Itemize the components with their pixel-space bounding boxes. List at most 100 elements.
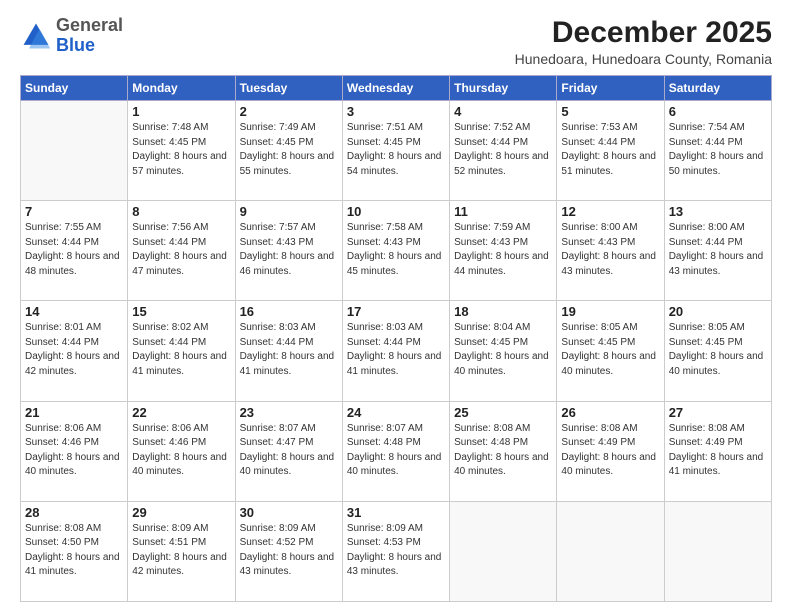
day-info: Sunrise: 8:03 AM Sunset: 4:44 PM Dayligh… [347, 321, 445, 379]
calendar-cell: 19 Sunrise: 8:05 AM Sunset: 4:45 PM Dayl… [557, 301, 664, 401]
day-number: 28 [25, 505, 123, 520]
day-number: 26 [561, 405, 659, 420]
day-info: Sunrise: 8:08 AM Sunset: 4:49 PM Dayligh… [561, 422, 659, 480]
calendar-week-2: 7 Sunrise: 7:55 AM Sunset: 4:44 PM Dayli… [21, 201, 772, 301]
day-info: Sunrise: 7:59 AM Sunset: 4:43 PM Dayligh… [454, 221, 552, 279]
day-number: 4 [454, 104, 552, 119]
calendar-cell [21, 101, 128, 201]
calendar-cell: 15 Sunrise: 8:02 AM Sunset: 4:44 PM Dayl… [128, 301, 235, 401]
day-info: Sunrise: 7:55 AM Sunset: 4:44 PM Dayligh… [25, 221, 123, 279]
calendar-cell: 5 Sunrise: 7:53 AM Sunset: 4:44 PM Dayli… [557, 101, 664, 201]
day-number: 30 [240, 505, 338, 520]
title-main: December 2025 [515, 16, 772, 49]
calendar-cell: 28 Sunrise: 8:08 AM Sunset: 4:50 PM Dayl… [21, 501, 128, 601]
day-number: 16 [240, 304, 338, 319]
page: General Blue December 2025 Hunedoara, Hu… [0, 0, 792, 612]
day-number: 10 [347, 204, 445, 219]
day-number: 20 [669, 304, 767, 319]
day-info: Sunrise: 7:52 AM Sunset: 4:44 PM Dayligh… [454, 121, 552, 179]
day-info: Sunrise: 8:04 AM Sunset: 4:45 PM Dayligh… [454, 321, 552, 379]
day-info: Sunrise: 8:00 AM Sunset: 4:44 PM Dayligh… [669, 221, 767, 279]
logo-icon [20, 20, 52, 52]
day-info: Sunrise: 8:00 AM Sunset: 4:43 PM Dayligh… [561, 221, 659, 279]
calendar-body: 1 Sunrise: 7:48 AM Sunset: 4:45 PM Dayli… [21, 101, 772, 602]
day-info: Sunrise: 8:09 AM Sunset: 4:53 PM Dayligh… [347, 522, 445, 580]
calendar-cell [664, 501, 771, 601]
day-number: 25 [454, 405, 552, 420]
day-number: 12 [561, 204, 659, 219]
day-info: Sunrise: 7:58 AM Sunset: 4:43 PM Dayligh… [347, 221, 445, 279]
calendar-cell: 14 Sunrise: 8:01 AM Sunset: 4:44 PM Dayl… [21, 301, 128, 401]
day-number: 9 [240, 204, 338, 219]
day-info: Sunrise: 8:02 AM Sunset: 4:44 PM Dayligh… [132, 321, 230, 379]
day-number: 13 [669, 204, 767, 219]
day-number: 29 [132, 505, 230, 520]
col-thursday: Thursday [450, 76, 557, 101]
col-wednesday: Wednesday [342, 76, 449, 101]
day-number: 17 [347, 304, 445, 319]
day-info: Sunrise: 8:06 AM Sunset: 4:46 PM Dayligh… [132, 422, 230, 480]
calendar-cell: 9 Sunrise: 7:57 AM Sunset: 4:43 PM Dayli… [235, 201, 342, 301]
calendar-header-row: Sunday Monday Tuesday Wednesday Thursday… [21, 76, 772, 101]
calendar-cell: 7 Sunrise: 7:55 AM Sunset: 4:44 PM Dayli… [21, 201, 128, 301]
calendar-cell: 30 Sunrise: 8:09 AM Sunset: 4:52 PM Dayl… [235, 501, 342, 601]
calendar-cell: 29 Sunrise: 8:09 AM Sunset: 4:51 PM Dayl… [128, 501, 235, 601]
day-number: 7 [25, 204, 123, 219]
day-info: Sunrise: 8:05 AM Sunset: 4:45 PM Dayligh… [669, 321, 767, 379]
calendar-cell: 12 Sunrise: 8:00 AM Sunset: 4:43 PM Dayl… [557, 201, 664, 301]
day-info: Sunrise: 8:06 AM Sunset: 4:46 PM Dayligh… [25, 422, 123, 480]
day-number: 14 [25, 304, 123, 319]
title-block: December 2025 Hunedoara, Hunedoara Count… [515, 16, 772, 67]
day-number: 15 [132, 304, 230, 319]
calendar-week-5: 28 Sunrise: 8:08 AM Sunset: 4:50 PM Dayl… [21, 501, 772, 601]
day-number: 31 [347, 505, 445, 520]
day-number: 27 [669, 405, 767, 420]
calendar-cell: 8 Sunrise: 7:56 AM Sunset: 4:44 PM Dayli… [128, 201, 235, 301]
calendar-cell: 24 Sunrise: 8:07 AM Sunset: 4:48 PM Dayl… [342, 401, 449, 501]
calendar-cell: 1 Sunrise: 7:48 AM Sunset: 4:45 PM Dayli… [128, 101, 235, 201]
day-info: Sunrise: 7:56 AM Sunset: 4:44 PM Dayligh… [132, 221, 230, 279]
day-info: Sunrise: 7:53 AM Sunset: 4:44 PM Dayligh… [561, 121, 659, 179]
header-row: General Blue December 2025 Hunedoara, Hu… [20, 16, 772, 67]
logo-general: General [56, 15, 123, 35]
day-number: 3 [347, 104, 445, 119]
calendar-week-1: 1 Sunrise: 7:48 AM Sunset: 4:45 PM Dayli… [21, 101, 772, 201]
day-info: Sunrise: 8:08 AM Sunset: 4:49 PM Dayligh… [669, 422, 767, 480]
calendar-cell: 10 Sunrise: 7:58 AM Sunset: 4:43 PM Dayl… [342, 201, 449, 301]
day-number: 6 [669, 104, 767, 119]
calendar-cell: 16 Sunrise: 8:03 AM Sunset: 4:44 PM Dayl… [235, 301, 342, 401]
col-sunday: Sunday [21, 76, 128, 101]
calendar-cell: 6 Sunrise: 7:54 AM Sunset: 4:44 PM Dayli… [664, 101, 771, 201]
day-info: Sunrise: 8:07 AM Sunset: 4:47 PM Dayligh… [240, 422, 338, 480]
col-monday: Monday [128, 76, 235, 101]
day-number: 11 [454, 204, 552, 219]
day-number: 1 [132, 104, 230, 119]
day-info: Sunrise: 8:03 AM Sunset: 4:44 PM Dayligh… [240, 321, 338, 379]
col-friday: Friday [557, 76, 664, 101]
calendar-cell: 3 Sunrise: 7:51 AM Sunset: 4:45 PM Dayli… [342, 101, 449, 201]
day-number: 8 [132, 204, 230, 219]
day-info: Sunrise: 8:09 AM Sunset: 4:52 PM Dayligh… [240, 522, 338, 580]
calendar-cell: 2 Sunrise: 7:49 AM Sunset: 4:45 PM Dayli… [235, 101, 342, 201]
calendar-cell [450, 501, 557, 601]
day-number: 19 [561, 304, 659, 319]
day-info: Sunrise: 8:09 AM Sunset: 4:51 PM Dayligh… [132, 522, 230, 580]
calendar-week-3: 14 Sunrise: 8:01 AM Sunset: 4:44 PM Dayl… [21, 301, 772, 401]
logo: General Blue [20, 16, 123, 56]
col-saturday: Saturday [664, 76, 771, 101]
calendar-cell: 26 Sunrise: 8:08 AM Sunset: 4:49 PM Dayl… [557, 401, 664, 501]
day-number: 24 [347, 405, 445, 420]
calendar-table: Sunday Monday Tuesday Wednesday Thursday… [20, 75, 772, 602]
day-number: 5 [561, 104, 659, 119]
day-info: Sunrise: 8:07 AM Sunset: 4:48 PM Dayligh… [347, 422, 445, 480]
day-number: 21 [25, 405, 123, 420]
day-number: 23 [240, 405, 338, 420]
day-info: Sunrise: 7:49 AM Sunset: 4:45 PM Dayligh… [240, 121, 338, 179]
calendar-week-4: 21 Sunrise: 8:06 AM Sunset: 4:46 PM Dayl… [21, 401, 772, 501]
calendar-cell: 4 Sunrise: 7:52 AM Sunset: 4:44 PM Dayli… [450, 101, 557, 201]
calendar-cell: 20 Sunrise: 8:05 AM Sunset: 4:45 PM Dayl… [664, 301, 771, 401]
day-info: Sunrise: 8:01 AM Sunset: 4:44 PM Dayligh… [25, 321, 123, 379]
calendar-cell [557, 501, 664, 601]
calendar-cell: 25 Sunrise: 8:08 AM Sunset: 4:48 PM Dayl… [450, 401, 557, 501]
calendar-cell: 18 Sunrise: 8:04 AM Sunset: 4:45 PM Dayl… [450, 301, 557, 401]
